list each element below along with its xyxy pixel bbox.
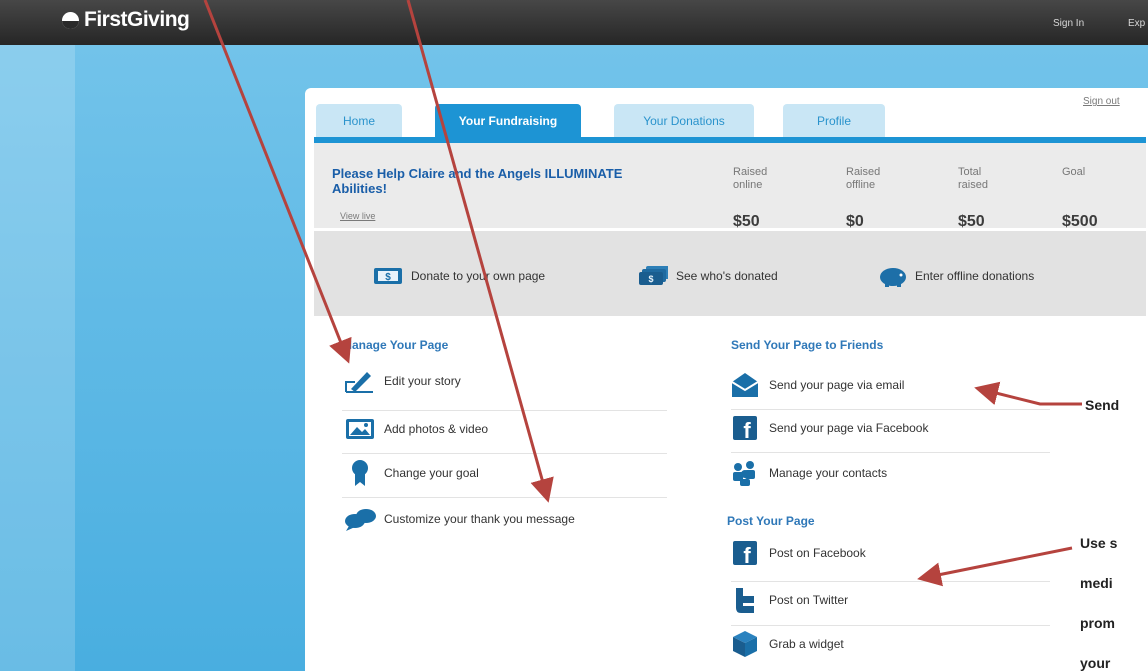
see-whos-donated-label: See who's donated [676, 269, 778, 283]
divider [342, 497, 667, 498]
speech-bubbles-icon [342, 506, 378, 532]
svg-text:f: f [743, 418, 751, 441]
svg-text:$: $ [385, 272, 391, 283]
donate-own-page-label: Donate to your own page [411, 269, 546, 283]
widget-box-icon [727, 631, 763, 657]
change-goal-link[interactable]: Change your goal [342, 460, 479, 486]
twitter-icon [727, 587, 763, 613]
logo-circle-icon [62, 11, 79, 29]
divider [731, 581, 1056, 582]
post-on-facebook-label: Post on Facebook [769, 546, 866, 560]
enter-offline-donations-label: Enter offline donations [915, 269, 1035, 283]
tab-your-donations[interactable]: Your Donations [614, 104, 754, 137]
send-via-email-label: Send your page via email [769, 378, 905, 392]
ribbon-award-icon [342, 460, 378, 486]
stat-label-raised-online: Raised online [733, 166, 768, 191]
send-page-title: Send Your Page to Friends [731, 338, 884, 352]
tab-your-fundraising[interactable]: Your Fundraising [435, 104, 581, 137]
divider [731, 625, 1056, 626]
top-bar: FirstGiving Sign In Exp [0, 0, 1148, 45]
post-on-twitter-label: Post on Twitter [769, 593, 849, 607]
pencil-edit-icon [342, 368, 378, 394]
dollar-bill-icon: $ [373, 265, 403, 287]
callout-use-line4: your [1080, 655, 1111, 671]
campaign-title: Please Help Claire and the Angels ILLUMI… [332, 166, 623, 196]
stat-value-total-raised: $50 [958, 213, 985, 230]
envelope-icon [727, 372, 763, 398]
customize-thank-you-link[interactable]: Customize your thank you message [342, 506, 575, 532]
callout-use-line3: prom [1080, 615, 1115, 631]
tab-profile[interactable]: Profile [783, 104, 885, 137]
divider [342, 410, 667, 411]
left-strip [0, 45, 75, 671]
callout-send-text: Send [1085, 397, 1120, 413]
tab-home[interactable]: Home [316, 104, 402, 137]
callout-use-line1: Use s [1080, 535, 1118, 551]
send-via-email-link[interactable]: Send your page via email [727, 372, 904, 398]
svg-text:f: f [743, 543, 751, 566]
svg-text:$: $ [648, 274, 653, 284]
stat-value-raised-online: $50 [733, 213, 760, 230]
stat-label-total-raised: Total raised [958, 166, 988, 191]
picture-icon [342, 416, 378, 442]
manage-contacts-label: Manage your contacts [769, 466, 888, 480]
brand-name: FirstGiving [84, 8, 190, 31]
sign-in-link[interactable]: Sign In [1053, 18, 1084, 29]
change-goal-label: Change your goal [384, 466, 479, 480]
explore-link[interactable]: Exp [1128, 18, 1145, 29]
edit-story-label: Edit your story [384, 374, 461, 388]
customize-thank-you-label: Customize your thank you message [384, 512, 575, 526]
contacts-icon [727, 460, 763, 486]
divider [731, 452, 1056, 453]
add-photos-video-label: Add photos & video [384, 422, 489, 436]
add-photos-video-link[interactable]: Add photos & video [342, 416, 488, 442]
facebook-icon: f [727, 540, 763, 566]
dashboard-panel: Home Your Fundraising Your Donations Pro… [305, 88, 1148, 671]
grab-widget-link[interactable]: Grab a widget [727, 631, 844, 657]
manage-contacts-link[interactable]: Manage your contacts [727, 460, 887, 486]
post-on-facebook-link[interactable]: f Post on Facebook [727, 540, 866, 566]
divider [731, 409, 1056, 410]
divider [342, 453, 667, 454]
edit-story-link[interactable]: Edit your story [342, 368, 461, 394]
see-whos-donated-button[interactable]: $ See who's donated [638, 265, 778, 287]
stat-label-goal: Goal [1062, 166, 1086, 178]
stat-value-raised-offline: $0 [846, 213, 864, 230]
facebook-icon: f [727, 415, 763, 441]
donate-own-page-button[interactable]: $ Donate to your own page [373, 265, 545, 287]
manage-your-page-title: Manage Your Page [342, 338, 449, 352]
firstgiving-logo[interactable]: FirstGiving [62, 8, 190, 32]
grab-widget-label: Grab a widget [769, 637, 844, 651]
stat-label-raised-offline: Raised offline [846, 166, 881, 191]
enter-offline-donations-button[interactable]: Enter offline donations [877, 265, 1034, 287]
view-live-link[interactable]: View live [340, 211, 375, 221]
callout-use-line2: medi [1080, 575, 1113, 591]
send-via-facebook-label: Send your page via Facebook [769, 421, 929, 435]
stat-value-goal: $500 [1062, 213, 1098, 230]
sign-out-link[interactable]: Sign out [1083, 96, 1120, 107]
post-on-twitter-link[interactable]: Post on Twitter [727, 587, 848, 613]
money-stack-icon: $ [638, 265, 668, 287]
post-your-page-title: Post Your Page [727, 514, 815, 528]
send-via-facebook-link[interactable]: f Send your page via Facebook [727, 415, 928, 441]
piggy-bank-icon [877, 265, 907, 287]
